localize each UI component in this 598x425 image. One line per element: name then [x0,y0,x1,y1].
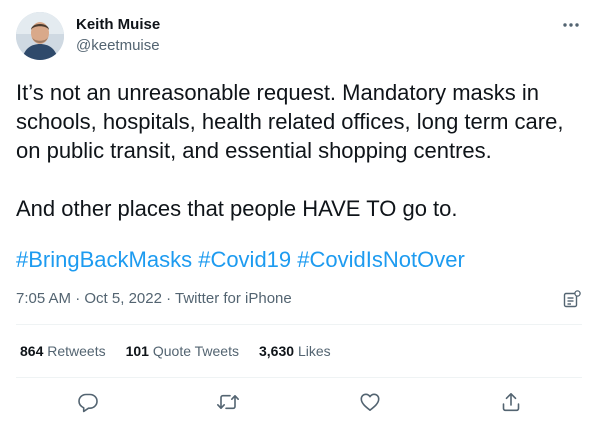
divider [16,377,582,378]
tweet-card: Keith Muise @keetmuise It’s not an unrea… [0,0,598,425]
retweets-count: 864 [20,343,44,359]
heart-icon[interactable] [358,390,382,414]
share-icon[interactable] [499,390,523,414]
tweet-paragraph-1: It’s not an unreasonable request. Mandat… [16,80,564,163]
tweet-text: It’s not an unreasonable request. Mandat… [16,78,588,223]
tweet-date[interactable]: Oct 5, 2022 [84,290,162,307]
author-name[interactable]: Keith Muise [76,16,160,34]
action-bar [0,390,598,414]
tweet-stats: 864 Retweets 101 Quote Tweets 3,630 Like… [20,343,331,360]
quote-tweets-label: Quote Tweets [152,343,239,359]
tweet-meta: 7:05 AM · Oct 5, 2022 · Twitter for iPho… [16,290,292,308]
more-horizontal-icon[interactable] [560,14,582,36]
avatar[interactable] [16,12,64,60]
meta-separator: · [161,290,176,307]
reply-icon[interactable] [76,390,100,414]
retweets-label: Retweets [47,343,106,359]
tweet-time[interactable]: 7:05 AM [16,290,71,307]
hashtag-list: #BringBackMasks #Covid19 #CovidIsNotOver [16,245,465,274]
likes-stat[interactable]: 3,630 Likes [259,343,331,360]
avatar-image [16,12,64,60]
tweet-paragraph-2: And other places that people HAVE TO go … [16,196,458,221]
retweet-icon[interactable] [216,390,240,414]
divider [16,324,582,325]
hashtag-covidisnotover[interactable]: #CovidIsNotOver [297,247,465,272]
analytics-icon[interactable] [562,289,582,309]
likes-count: 3,630 [259,343,295,359]
likes-label: Likes [297,343,331,359]
hashtag-bringbackmasks[interactable]: #BringBackMasks [16,247,192,272]
tweet-source[interactable]: Twitter for iPhone [175,290,292,307]
quote-tweets-count: 101 [125,343,149,359]
quote-tweets-stat[interactable]: 101 Quote Tweets [126,343,239,360]
meta-separator: · [71,290,85,307]
hashtag-covid19[interactable]: #Covid19 [198,247,291,272]
author-handle[interactable]: @keetmuise [76,37,160,55]
retweets-stat[interactable]: 864 Retweets [20,343,106,360]
